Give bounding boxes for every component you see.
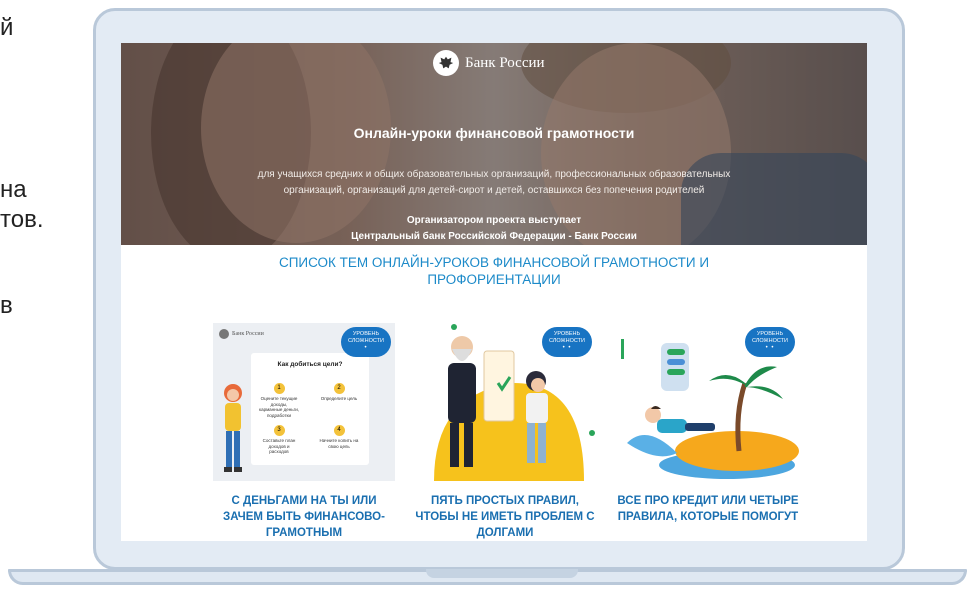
organizer-line-1: Организатором проекта выступает — [406, 215, 582, 226]
lesson-card[interactable]: УРОВЕНЬ СЛОЖНОСТИ • • ВСЕ ПРО КРЕДИТ ИЛИ… — [617, 323, 799, 525]
hero-description: для учащихся средних и общих образовател… — [257, 169, 731, 196]
hero-banner: Банк России Онлайн-уроки финансовой грам… — [121, 43, 867, 245]
card-logo: Банк России — [219, 329, 264, 339]
bank-logo-text: Банк России — [465, 54, 545, 71]
bank-logo[interactable]: Банк России — [433, 49, 545, 77]
lesson-card-image[interactable]: Банк России Как добиться цели? 1 Оцените… — [213, 323, 395, 481]
lessons-list-heading: СПИСОК ТЕМ ОНЛАЙН-УРОКОВ ФИНАНСОВОЙ ГРАМ… — [278, 255, 710, 287]
slide-text-fragment: й — [0, 14, 14, 41]
difficulty-level-badge: УРОВЕНЬ СЛОЖНОСТИ • • — [542, 327, 592, 357]
slide-text-fragment: на — [0, 176, 27, 203]
lesson-card-title[interactable]: С ДЕНЬГАМИ НА ТЫ ИЛИ ЗАЧЕМ БЫТЬ ФИНАНСОВ… — [213, 493, 395, 541]
difficulty-level-badge: УРОВЕНЬ СЛОЖНОСТИ • • — [745, 327, 795, 357]
difficulty-level-badge: УРОВЕНЬ СЛОЖНОСТИ • — [341, 327, 391, 357]
lesson-card-image[interactable]: УРОВЕНЬ СЛОЖНОСТИ • • — [617, 323, 799, 481]
organizer-line-2: Центральный банк Российской Федерации - … — [351, 231, 637, 242]
slide-text-fragment: тов. — [0, 206, 44, 233]
hero-organizer: Организатором проекта выступает Централь… — [121, 213, 867, 245]
hero-title: Онлайн-уроки финансовой грамотности — [353, 125, 635, 141]
eagle-emblem-icon — [433, 50, 459, 76]
infographic-panel: Как добиться цели? 1 Оцените текущие дох… — [251, 353, 369, 465]
slide-text-fragment: в — [0, 292, 13, 319]
laptop-notch — [426, 569, 578, 578]
laptop-screen: Банк России Онлайн-уроки финансовой грам… — [121, 43, 867, 541]
lesson-card-title[interactable]: ВСЕ ПРО КРЕДИТ ИЛИ ЧЕТЫРЕ ПРАВИЛА, КОТОР… — [617, 493, 799, 525]
girl-illustration — [224, 384, 242, 472]
lesson-card-image[interactable]: УРОВЕНЬ СЛОЖНОСТИ • • — [414, 323, 596, 481]
lesson-card[interactable]: УРОВЕНЬ СЛОЖНОСТИ • • ПЯТЬ ПРОСТЫХ ПРАВИ… — [414, 323, 596, 541]
lesson-card[interactable]: Банк России Как добиться цели? 1 Оцените… — [213, 323, 395, 541]
eagle-emblem-icon — [219, 329, 229, 339]
lesson-card-title[interactable]: ПЯТЬ ПРОСТЫХ ПРАВИЛ, ЧТОБЫ НЕ ИМЕТЬ ПРОБ… — [414, 493, 596, 541]
